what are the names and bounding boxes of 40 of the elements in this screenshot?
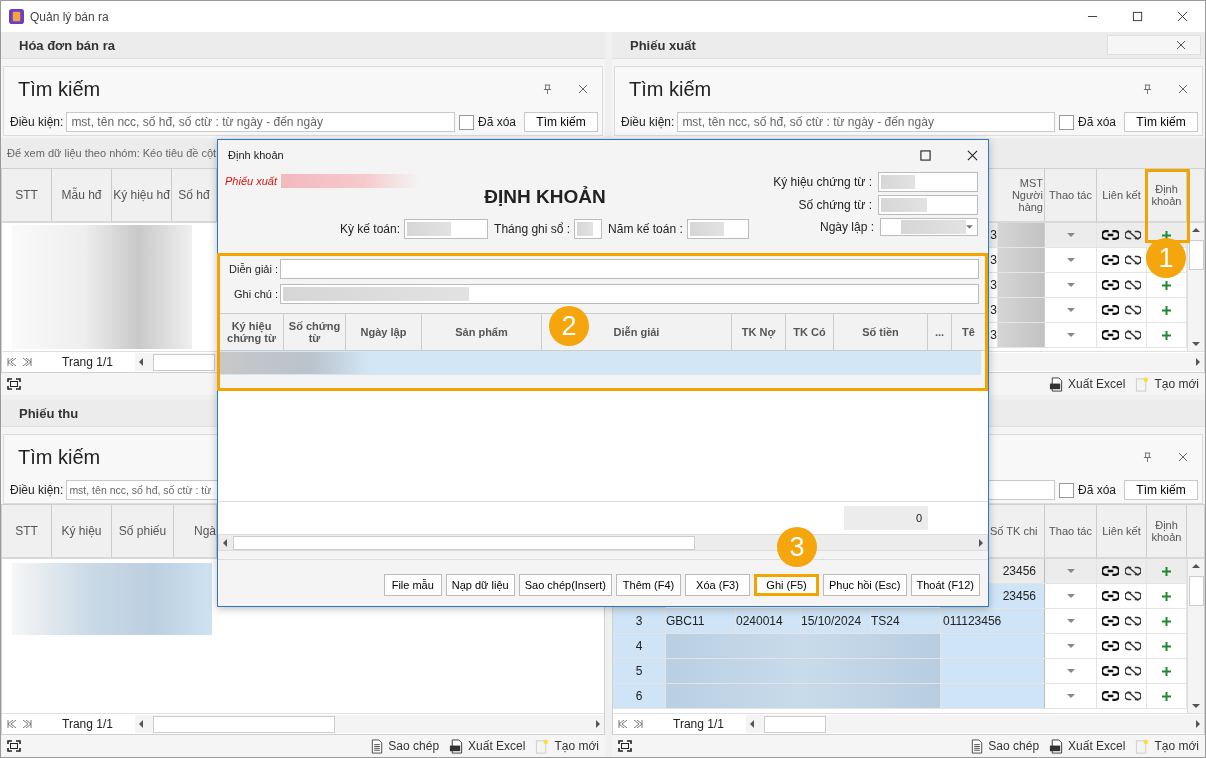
condition-label: Điều kiện:: [10, 115, 64, 129]
search-title: Tìm kiếm: [18, 445, 101, 469]
row-number: 5: [635, 664, 643, 678]
page-indicator: Trang 1/1: [62, 355, 114, 369]
field-label: Tháng ghi sổ :: [494, 222, 571, 236]
table-cell: 23456: [1002, 564, 1036, 578]
checkbox-label: Đã xóa: [1077, 483, 1116, 497]
window-title: Quản lý bán ra: [30, 9, 109, 24]
panel-title: Phiếu thu: [19, 405, 79, 421]
field-label: Số chứng từ :: [798, 198, 872, 212]
checkbox-label: Đã xóa: [1077, 115, 1116, 129]
document-type: Phiếu xuất: [225, 175, 277, 187]
checkbox-label: Đã xóa: [477, 115, 516, 129]
field-label: Ghi chú :: [232, 287, 279, 300]
table-cell: GBC11: [666, 609, 736, 633]
page-indicator: Trang 1/1: [62, 717, 114, 731]
table-cell: 23456: [1002, 589, 1036, 603]
field-label: Năm kế toán :: [608, 222, 683, 236]
row-number: 6: [635, 689, 643, 703]
dialog-heading: ĐỊNH KHOẢN: [483, 186, 607, 208]
table-cell: 15/10/2024: [801, 609, 871, 633]
field-label: Diễn giải :: [228, 262, 279, 275]
panel-title: Hóa đơn bán ra: [19, 37, 115, 53]
table-cell: TS24: [871, 609, 941, 633]
table-cell: 011123456: [943, 614, 1002, 628]
total-amount: 0: [844, 506, 928, 530]
search-title: Tìm kiếm: [629, 77, 712, 101]
condition-label: Điều kiện:: [621, 115, 675, 129]
dialog-title: Định khoản: [228, 149, 284, 161]
group-hint: Để xem dữ liệu theo nhóm: Kéo tiêu đề cột: [7, 147, 217, 159]
search-title: Tìm kiếm: [18, 77, 101, 101]
row-number: 3: [635, 614, 643, 628]
condition-label: Điều kiện:: [10, 483, 64, 497]
field-label: Kỳ kế toán:: [340, 222, 401, 236]
page-indicator: Trang 1/1: [673, 717, 725, 731]
panel-title: Phiếu xuất: [630, 37, 696, 53]
field-label: Ngày lập :: [819, 220, 874, 234]
field-label: Ký hiệu chứng từ :: [773, 175, 872, 189]
table-cell: 0240014: [736, 609, 801, 633]
row-number: 4: [635, 639, 643, 653]
